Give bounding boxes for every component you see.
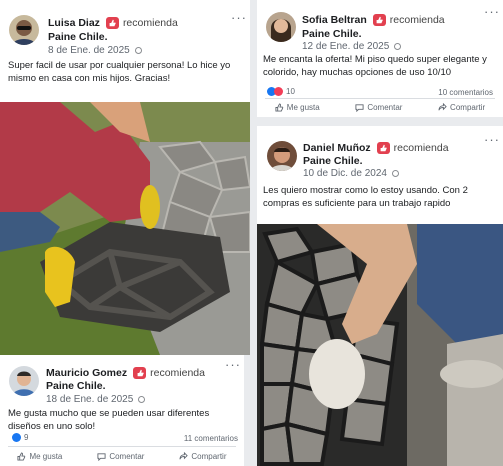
- thumbs-up-icon: [17, 452, 26, 461]
- like-button[interactable]: Me gusta: [17, 452, 62, 461]
- post-text: Super facil de usar por cualquier person…: [8, 60, 231, 84]
- post-text: Me encanta la oferta! Mi piso quedo supe…: [263, 54, 487, 78]
- post-date-text: 18 de Ene. de 2025: [46, 394, 134, 405]
- recommend-icon: [133, 367, 147, 379]
- author-name[interactable]: Daniel Muñoz: [303, 142, 371, 154]
- comment-label: Comentar: [109, 452, 145, 461]
- page-name[interactable]: Paine Chile.: [303, 155, 363, 167]
- share-icon: [179, 452, 189, 460]
- comment-button[interactable]: Comentar: [97, 452, 144, 461]
- comments-count[interactable]: 11 comentarios: [184, 434, 238, 443]
- comments-count[interactable]: 10 comentarios: [438, 88, 493, 97]
- globe-icon: [394, 43, 402, 50]
- author-name[interactable]: Mauricio Gomez: [46, 367, 127, 379]
- recommend-icon: [105, 17, 119, 29]
- share-label: Compartir: [191, 452, 227, 461]
- reactions-count: 10: [286, 87, 295, 96]
- more-options-icon[interactable]: ···: [484, 132, 500, 147]
- post-card-mauricio-gomez: Mauricio Gomez recomienda Paine Chile. 1…: [0, 355, 244, 466]
- comment-icon: [355, 104, 364, 112]
- post-card-daniel-munoz: Daniel Muñoz recomienda Paine Chile. 10 …: [257, 126, 503, 224]
- divider: [8, 446, 236, 447]
- post-text: Me gusta mucho que se pueden usar difere…: [8, 408, 210, 432]
- globe-icon: [391, 170, 399, 177]
- comment-button[interactable]: Comentar: [355, 103, 402, 112]
- recommends-label: recomienda: [393, 142, 449, 154]
- avatar[interactable]: [9, 366, 39, 396]
- avatar[interactable]: [267, 141, 297, 171]
- like-reaction-icon: [12, 433, 21, 442]
- share-icon: [438, 103, 447, 111]
- post-card-luisa-diaz: Luisa Diaz recomienda Paine Chile. 8 de …: [0, 0, 250, 102]
- page-name[interactable]: Paine Chile.: [48, 31, 108, 43]
- author-name[interactable]: Luisa Diaz: [48, 17, 100, 29]
- post-photo-mold-garden: [0, 102, 250, 355]
- post-date[interactable]: 12 de Ene. de 2025: [302, 41, 402, 52]
- avatar[interactable]: [266, 12, 296, 42]
- thumbs-up-icon: [275, 103, 284, 112]
- recommends-label: recomienda: [122, 17, 178, 29]
- post-date-text: 8 de Ene. de 2025: [48, 45, 130, 56]
- like-button[interactable]: Me gusta: [275, 103, 320, 112]
- recommend-icon: [376, 142, 390, 154]
- share-button[interactable]: Compartir: [438, 103, 485, 112]
- more-options-icon[interactable]: ···: [225, 357, 241, 372]
- more-options-icon[interactable]: ···: [231, 10, 247, 25]
- post-photo-mold-gravel: [257, 224, 503, 466]
- post-date-text: 12 de Ene. de 2025: [302, 41, 390, 52]
- reactions-count: 9: [24, 433, 29, 442]
- reactions-summary[interactable]: 9: [12, 433, 28, 442]
- avatar[interactable]: [9, 15, 39, 45]
- comment-icon: [97, 453, 106, 461]
- love-reaction-icon: [274, 87, 283, 96]
- page-name[interactable]: Paine Chile.: [46, 380, 106, 392]
- post-date[interactable]: 10 de Dic. de 2024: [303, 168, 399, 179]
- like-label: Me gusta: [286, 103, 320, 112]
- recommend-icon: [372, 14, 386, 26]
- post-card-sofia-beltran: Sofia Beltran recomienda Paine Chile. 12…: [257, 0, 503, 117]
- page-name[interactable]: Paine Chile.: [302, 28, 362, 40]
- more-options-icon[interactable]: ···: [484, 4, 500, 19]
- post-text: Les quiero mostrar como lo estoy usando.…: [263, 185, 468, 209]
- recommends-label: recomienda: [150, 367, 205, 379]
- author-name[interactable]: Sofia Beltran: [302, 14, 367, 26]
- post-date[interactable]: 8 de Ene. de 2025: [48, 45, 142, 56]
- like-label: Me gusta: [29, 452, 63, 461]
- post-date-text: 10 de Dic. de 2024: [303, 168, 387, 179]
- comment-label: Comentar: [367, 103, 403, 112]
- globe-icon: [138, 396, 146, 403]
- share-button[interactable]: Compartir: [179, 452, 227, 461]
- share-label: Compartir: [450, 103, 486, 112]
- reactions-summary[interactable]: 10: [267, 87, 295, 96]
- post-date[interactable]: 18 de Ene. de 2025: [46, 394, 146, 405]
- divider: [265, 98, 495, 99]
- globe-icon: [134, 47, 142, 54]
- recommends-label: recomienda: [389, 14, 445, 26]
